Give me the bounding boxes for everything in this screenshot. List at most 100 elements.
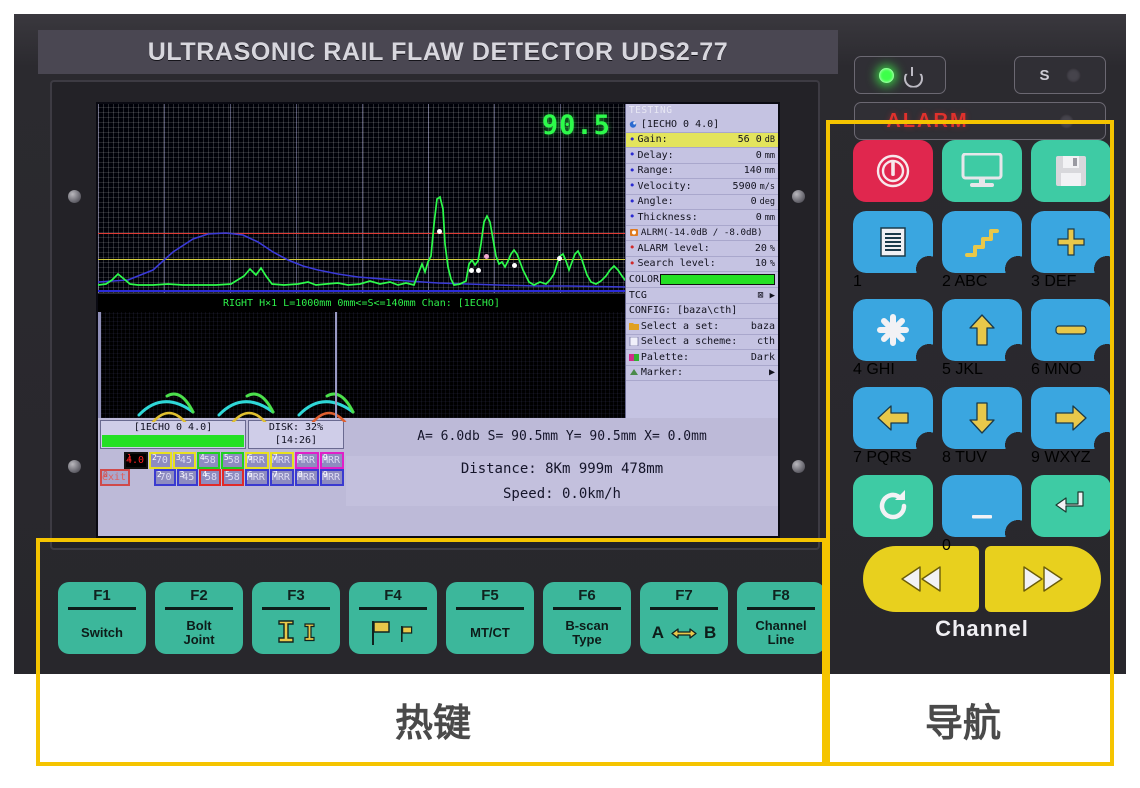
param-label: Velocity: [637,180,692,192]
param-value: Dark [750,351,775,363]
channel-cell[interactable]: 6 MRR [244,452,269,469]
param-value: 20 [754,242,767,254]
channel-cell[interactable]: 5 58 [222,469,244,486]
marker-icon [629,369,638,376]
envelope-trace [98,232,628,288]
scan-status-strip: RIGHT H×1 L=1000mm 0mm<=S<=140mm Chan: [… [98,294,625,312]
channel-cell[interactable]: 7 MRR [269,469,294,486]
bezel-screw [792,190,805,203]
param-row-search-level[interactable]: • Search level: 10% [625,257,778,272]
channel-cell[interactable]: 4 58 [199,469,222,486]
channel-row-bottom[interactable]: 0 exit 2 70 3 45 4 58 5 58 6 MRR 7 MRR 8 MRR 9 MRR [100,469,345,486]
s-indicator-label: S [1039,66,1050,84]
param-unit: % [769,259,775,270]
channel-cell[interactable]: 3 45 [172,452,196,469]
channel-indicator-grid[interactable]: 1 4.0 2 70 3 45 4 58 5 58 6 MRR 7 MRR 8 MRR 9 MRR 0 exit 2 7… [100,452,345,486]
param-row-gain[interactable]: • Gain: 56 0 dB [625,132,778,148]
lcd-screen: 90.5 RIGHT H×1 L=1000mm 0mm<=S<=140mm Ch… [96,102,780,538]
channel-cell-index: 3 [175,453,181,462]
channel-cell-index: 4 [199,453,205,462]
b-scan-display[interactable] [98,312,625,422]
param-row-tcg[interactable]: TCG ⊠ ▶ [625,288,778,304]
channel-cell[interactable]: 9 MRR [319,469,345,486]
peak-marker [469,268,474,273]
param-row-select-set[interactable]: Select a set: baza [625,319,778,335]
param-alarm-header[interactable]: ALRM(-14.0dB / -8.0dB) [625,226,778,241]
peak-marker [557,256,562,261]
a-scan-display[interactable]: 90.5 [98,104,628,294]
channel-cell[interactable]: 1 4.0 [123,452,148,469]
device-title-bar: ULTRASONIC RAIL FLAW DETECTOR UDS2-77 [38,30,838,74]
channel-row-top[interactable]: 1 4.0 2 70 3 45 4 58 5 58 6 MRR 7 MRR 8 MRR 9 MRR [100,452,344,469]
power-led [879,67,894,83]
param-label: Range: [637,165,674,177]
page-title: ULTRASONIC RAIL FLAW DETECTOR UDS2-77 [147,37,729,66]
peak-marker [512,263,517,268]
param-row-thickness[interactable]: • Thickness: 0 mm [625,210,778,226]
param-row-velocity[interactable]: • Velocity: 5900 m/s [625,179,778,195]
param-row-alarm-level[interactable]: • ALARM level: 20% [625,241,778,257]
param-row-angle[interactable]: • Angle: 0 deg [625,195,778,210]
channel-cell[interactable]: 2 70 [149,452,172,469]
disk-status-box: DISK: 32% [14:26] [248,420,344,449]
channel-cell-index: 2 [156,470,162,479]
clock-label: [14:26] [274,435,318,446]
channel-cell[interactable]: 2 70 [153,469,176,486]
param-unit: % [769,243,775,254]
b-scan-cursor [335,312,337,418]
channel-cell[interactable]: 7 MRR [269,452,294,469]
param-row-palette[interactable]: Palette: Dark [625,350,778,366]
param-row-color[interactable]: COLOR [625,272,778,288]
param-channel-header[interactable]: [1ECHO 0 4.0] [625,117,778,133]
channel-cell[interactable]: 5 58 [220,452,244,469]
param-config-header: CONFIG: [baza\cth] [625,304,778,319]
param-row-range[interactable]: • Range: 140 mm [625,164,778,179]
channel-cell-index: 1 [126,453,132,462]
echo-label: [1ECHO 0 4.0] [133,422,213,433]
s-led [1065,67,1081,83]
channel-cell-index: 5 [225,470,230,479]
a-scan-trace [98,195,628,287]
readout-area: [1ECHO 0 4.0] DISK: 32% [14:26] 1 4.0 2 70 3… [98,418,778,536]
channel-cell-index: 5 [223,453,229,462]
document-icon [629,337,639,347]
channel-cell[interactable]: 8 MRR [294,452,319,469]
channel-cell[interactable]: 4 58 [196,452,220,469]
param-label: Select a set: [640,320,720,332]
hotkeys-annotation-label: 热键 [395,701,472,745]
param-label: Palette: [640,351,690,363]
param-row-delay[interactable]: • Delay: 0 mm [625,148,778,164]
distance-line: Distance: 8Km 999m 478mm [346,456,778,482]
scan-column: 90.5 RIGHT H×1 L=1000mm 0mm<=S<=140mm Ch… [98,104,628,422]
param-value: 10 [754,258,767,270]
channel-cell[interactable]: 8 MRR [294,469,319,486]
channel-cell[interactable]: 0 exit [100,469,131,486]
channel-cell-value: 45 [179,455,192,466]
channel-cell-index: 9 [322,453,328,462]
color-swatch[interactable] [660,274,775,285]
depth-reading: 90.5 [541,110,611,141]
s-indicator: S [1014,56,1106,94]
param-row-marker[interactable]: Marker: ▶ [625,366,778,381]
param-label: ALARM level: [637,242,710,254]
channel-cell-index: 6 [247,453,253,462]
param-value: cth [756,336,775,348]
param-row-select-scheme[interactable]: Select a scheme: cth [625,335,778,350]
disk-usage-label: DISK: 32% [268,422,324,433]
channel-cell[interactable]: 3 45 [176,469,199,486]
peak-marker [437,229,442,234]
param-label: Search level: [637,258,716,270]
param-value: 0 [755,149,762,161]
channel-cell[interactable]: 9 MRR [319,452,344,469]
param-value: baza [750,320,775,332]
echo-status-box: [1ECHO 0 4.0] [100,420,246,449]
channel-cell [131,469,153,486]
param-value: 56 0 [737,134,762,146]
param-alarm-text: ALRM(-14.0dB / -8.0dB) [640,227,763,239]
channel-cell[interactable]: 6 MRR [244,469,269,486]
param-label: Select a scheme: [640,336,738,348]
panel-title: TESTING [628,105,673,116]
param-label: Delay: [637,149,674,161]
parameter-panel[interactable]: TESTING [1ECHO 0 4.0] • Gain: 56 0 dB • … [624,104,778,418]
bezel-screw [792,460,805,473]
